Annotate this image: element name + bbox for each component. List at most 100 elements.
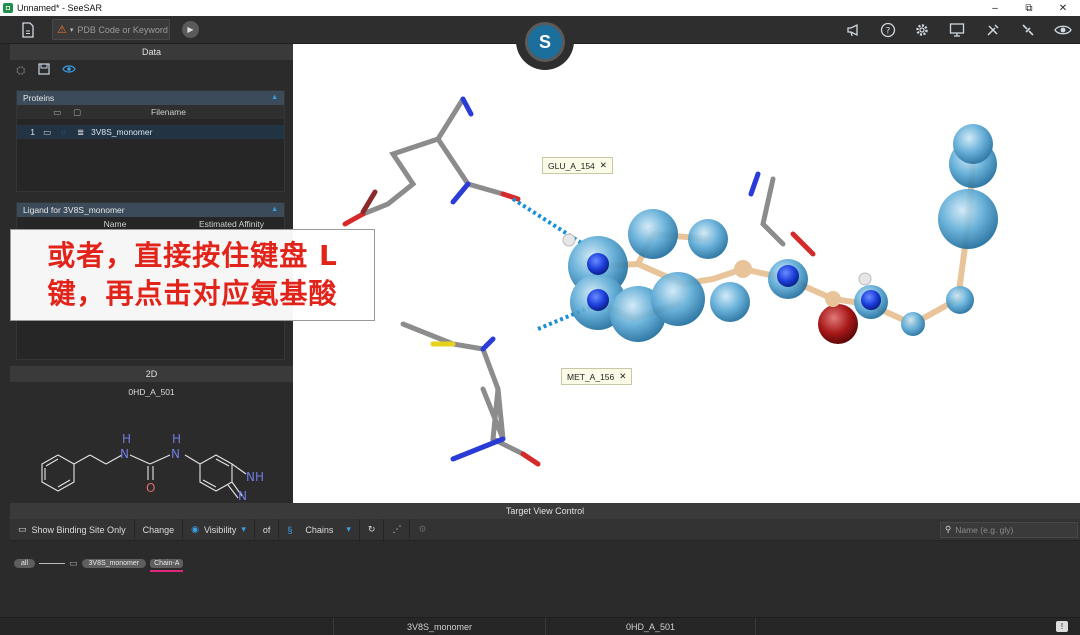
- help-icon[interactable]: ?: [878, 20, 898, 40]
- title-bar: ◘ Unnamed* - SeeSAR – ⧉ ✕: [0, 0, 1080, 16]
- affinity-column-header: Estimated Affinity: [198, 219, 264, 229]
- comment-icon: ▢: [73, 106, 82, 117]
- chevron-down-icon: ▾: [346, 524, 351, 534]
- scatter-button[interactable]: ⋰: [384, 518, 411, 541]
- collapse-icon[interactable]: ▲: [271, 91, 278, 105]
- logo-glyph: S: [525, 22, 565, 62]
- chain-all-pill[interactable]: all: [14, 559, 36, 568]
- change-label: Change: [142, 524, 175, 535]
- chain-a-pill[interactable]: Chain-A: [150, 559, 184, 572]
- atom-nh: NH: [246, 470, 264, 484]
- proteins-section-title: Proteins: [23, 93, 55, 103]
- data-panel-title: Data: [10, 44, 293, 60]
- box-icon: ▭: [18, 524, 27, 534]
- of-label: of: [262, 524, 271, 535]
- close-icon[interactable]: ✕: [600, 160, 607, 171]
- show-binding-site-toggle[interactable]: ▭ Show Binding Site Only: [10, 518, 135, 541]
- refresh-icon: ↻: [367, 524, 376, 534]
- scatter-icon: ⋰: [392, 524, 402, 534]
- box-icon: ▭: [53, 106, 62, 117]
- name-column-header: Name: [103, 219, 127, 229]
- import-icon[interactable]: ⛭: [16, 63, 26, 78]
- residue-label-text: GLU_A_154: [548, 160, 595, 171]
- chains-label: Chains: [305, 524, 334, 535]
- atom-h1: H: [122, 432, 131, 446]
- status-ligand: 0HD_A_501: [545, 618, 755, 635]
- data-panel-actions: ⛭: [10, 60, 293, 80]
- box-icon[interactable]: ▭: [43, 127, 61, 138]
- overlay-line-2: 键，再点击对应氨基酸: [47, 277, 338, 310]
- monitor-icon[interactable]: [947, 20, 967, 40]
- proteins-section: Proteins ▲ ▭ ▢ Filename 1 ▭ ◌ ≣ 3V8S_mon…: [16, 90, 285, 192]
- tools-icon[interactable]: [983, 20, 1003, 40]
- gear-icon: ⚙: [418, 524, 427, 534]
- atom-n3: N: [238, 489, 247, 503]
- eye-icon[interactable]: [1053, 20, 1073, 40]
- atom-h2: H: [172, 432, 181, 446]
- filter-icon[interactable]: [61, 63, 76, 78]
- maximize-button[interactable]: ⧉: [1012, 3, 1046, 14]
- molecule-3d-render: [342, 96, 998, 467]
- svg-text:?: ?: [886, 27, 891, 37]
- close-button[interactable]: ✕: [1046, 3, 1080, 14]
- chain-a-label: Chain-A: [154, 560, 180, 567]
- visibility-dropdown[interactable]: ◉ Visibility ▾: [183, 518, 255, 541]
- minimize-button[interactable]: –: [978, 3, 1012, 14]
- file-icon[interactable]: [18, 20, 38, 40]
- tree-connector: [39, 563, 66, 564]
- 3d-viewer[interactable]: GLU_A_154 ✕ MET_A_156 ✕: [293, 44, 1080, 503]
- show-binding-site-label: Show Binding Site Only: [31, 524, 126, 535]
- row-index: 1: [30, 127, 35, 137]
- status-divider: [755, 618, 756, 635]
- chevron-down-icon: ▾: [241, 524, 246, 534]
- atom-n2: N: [171, 447, 180, 461]
- ligand-section-title: Ligand for 3V8S_monomer: [23, 205, 125, 215]
- close-icon[interactable]: ✕: [619, 371, 626, 382]
- residue-label-glu[interactable]: GLU_A_154 ✕: [542, 157, 613, 174]
- pdb-search-input[interactable]: ⚠ ▾ PDB Code or Keyword: [52, 19, 170, 40]
- chain-protein-pill[interactable]: 3V8S_monomer: [81, 559, 147, 568]
- molecule-drawing: H N H N O NH N: [41, 432, 264, 503]
- helix-icon: §: [287, 524, 293, 535]
- reset-view-button[interactable]: ↻: [360, 518, 385, 541]
- residue-search-input[interactable]: ⚲ Name (e.g. gly): [940, 521, 1078, 538]
- filename-column-header: Filename: [151, 107, 186, 117]
- save-icon[interactable]: [38, 62, 50, 78]
- of-label-cell: of: [255, 518, 280, 541]
- table-row[interactable]: 1 ▭ ◌ ≣ 3V8S_monomer: [17, 125, 284, 139]
- search-icon: ⚲: [945, 524, 952, 534]
- proteins-table-header: ▭ ▢ Filename: [17, 105, 284, 119]
- megaphone-icon[interactable]: [844, 20, 864, 40]
- play-icon[interactable]: ▶: [182, 21, 199, 38]
- atom-n1: N: [120, 447, 129, 461]
- residue-label-text: MET_A_156: [567, 371, 615, 382]
- residue-search-placeholder: Name (e.g. gly): [955, 524, 1014, 535]
- window-title: Unnamed* - SeeSAR: [17, 3, 103, 13]
- status-protein: 3V8S_monomer: [333, 618, 545, 635]
- satellite-icon[interactable]: [1018, 20, 1038, 40]
- target-view-control: Target View Control ▭ Show Binding Site …: [10, 503, 1080, 617]
- warning-icon: ⚠: [57, 24, 67, 36]
- change-label-cell: Change: [135, 518, 184, 541]
- residue-label-met[interactable]: MET_A_156 ✕: [561, 368, 633, 385]
- box-icon[interactable]: ▭: [69, 558, 78, 569]
- visibility-icon[interactable]: ◌: [61, 128, 77, 137]
- chain-tree: all ▭ 3V8S_monomer Chain-A: [14, 558, 184, 572]
- settings-icon[interactable]: [912, 20, 932, 40]
- instruction-overlay: 或者，直接按住键盘 L 键，再点击对应氨基酸: [10, 229, 375, 321]
- twod-panel-title: 2D: [10, 366, 293, 382]
- twod-structure-view: 0HD_A_501 H N H N O NH N: [10, 382, 293, 503]
- ligand-section-header[interactable]: Ligand for 3V8S_monomer ▲: [17, 203, 284, 217]
- proteins-section-header[interactable]: Proteins ▲: [17, 91, 284, 105]
- chains-dropdown[interactable]: § Chains ▾: [279, 518, 360, 541]
- collapse-icon[interactable]: ▲: [271, 203, 278, 217]
- protein-filename: 3V8S_monomer: [91, 127, 153, 137]
- status-bar: 3V8S_monomer 0HD_A_501 !: [0, 617, 1080, 635]
- gear-link-button[interactable]: ⚙: [410, 519, 434, 541]
- notification-icon[interactable]: !: [1056, 621, 1068, 632]
- target-view-control-title: Target View Control: [10, 503, 1080, 519]
- chevron-down-icon[interactable]: ▾: [70, 26, 74, 34]
- eye-icon: ◉: [191, 524, 199, 534]
- chain-underline: [150, 570, 184, 572]
- overlay-line-1: 或者，直接按住键盘 L: [47, 239, 338, 272]
